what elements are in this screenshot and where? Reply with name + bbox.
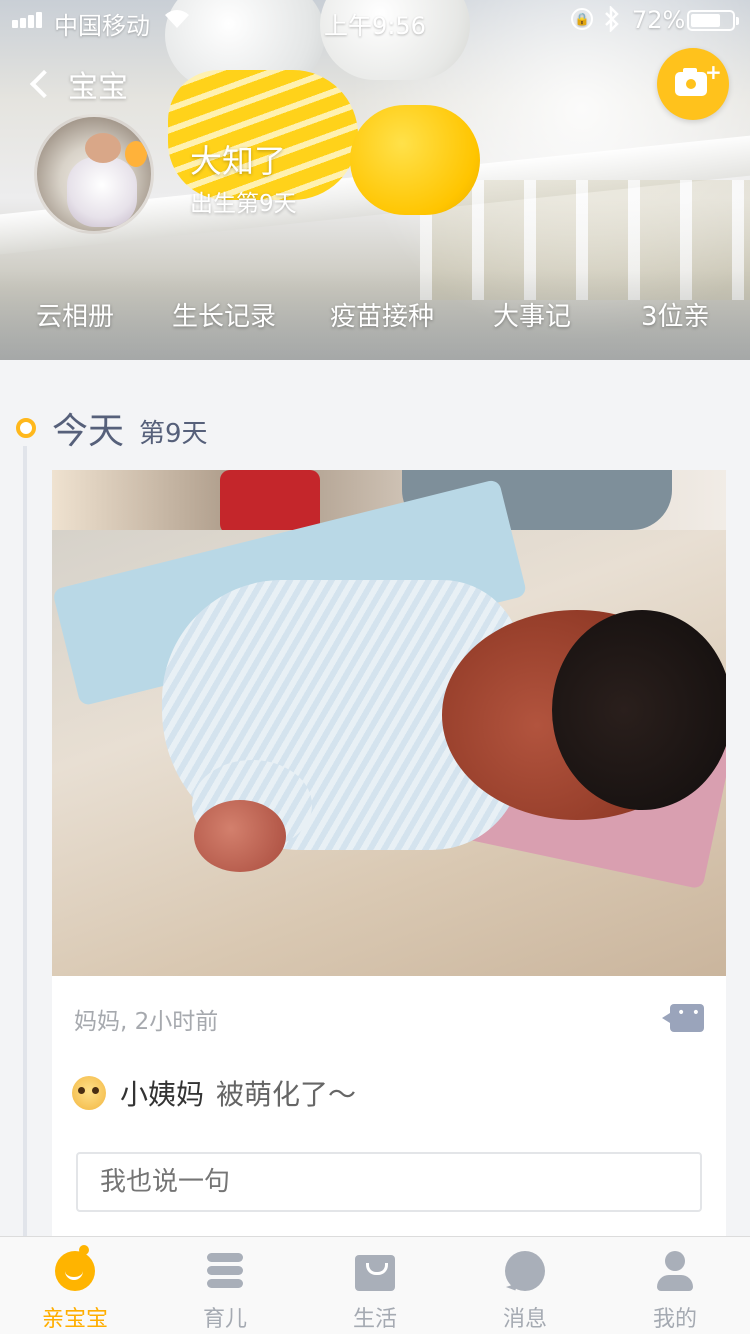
- tabbar-item-me[interactable]: 我的: [600, 1237, 750, 1334]
- tabbar-label: 育儿: [202, 1307, 247, 1332]
- user-icon: [655, 1251, 695, 1291]
- back-button[interactable]: 宝宝: [24, 64, 128, 105]
- comment-icon[interactable]: [662, 1004, 704, 1032]
- back-label: 宝宝: [68, 70, 128, 105]
- post-photo[interactable]: [52, 470, 726, 976]
- chevron-left-icon: [29, 69, 59, 99]
- tab-cloud-album[interactable]: 云相册: [36, 296, 114, 333]
- tab-vaccination[interactable]: 疫苗接种: [330, 296, 434, 333]
- tabbar-label: 生活: [352, 1307, 397, 1332]
- tabbar-label: 亲宝宝: [41, 1307, 108, 1332]
- baby-name: 大知了: [190, 142, 287, 180]
- timeline-line: [23, 446, 27, 1246]
- plus-icon: +: [705, 60, 722, 84]
- tabbar-label: 我的: [652, 1307, 697, 1332]
- baby-avatar[interactable]: [34, 114, 154, 234]
- baby-age: 出生第9天: [190, 191, 297, 217]
- tab-growth-record[interactable]: 生长记录: [172, 296, 276, 333]
- profile-header: 中国移动 上午9:56 🔒 72% 宝宝 + 大知了 出生第9天 云相册 生长记…: [0, 0, 750, 360]
- baby-face-icon: [55, 1245, 95, 1291]
- commenter-name[interactable]: 小姨妈: [120, 1073, 204, 1113]
- post-meta: 妈妈, 2小时前: [74, 1009, 219, 1035]
- comment-text: 被萌化了～: [216, 1078, 357, 1111]
- tabbar-item-parenting[interactable]: 育儿: [150, 1237, 300, 1334]
- chat-bubble-icon: [505, 1251, 545, 1291]
- comment-item: 小姨妈 被萌化了～: [72, 1068, 356, 1118]
- tabbar-label: 消息: [502, 1307, 547, 1332]
- tabbar-item-home[interactable]: 亲宝宝: [0, 1237, 150, 1334]
- tab-relatives[interactable]: 3位亲: [641, 296, 710, 333]
- add-photo-button[interactable]: +: [657, 48, 729, 120]
- tab-milestones[interactable]: 大事记: [493, 296, 571, 333]
- status-bar: 中国移动 上午9:56 🔒 72%: [0, 0, 750, 40]
- tabbar-item-messages[interactable]: 消息: [450, 1237, 600, 1334]
- battery-fill: [691, 14, 720, 27]
- reply-input[interactable]: [76, 1152, 702, 1212]
- list-icon: [205, 1251, 245, 1291]
- header-background-toy-sock: [350, 105, 480, 215]
- commenter-avatar: [72, 1076, 106, 1110]
- bluetooth-icon: [603, 4, 621, 38]
- header-tab-bar: 云相册 生长记录 疫苗接种 大事记 3位亲: [0, 296, 750, 342]
- post-card: 妈妈, 2小时前 小姨妈 被萌化了～: [52, 470, 726, 1250]
- bottom-tab-bar: 亲宝宝 育儿 生活 消息 我的: [0, 1236, 750, 1334]
- battery-icon: [687, 10, 739, 31]
- day-title: 今天: [52, 411, 125, 452]
- day-number: 第9天: [139, 419, 208, 449]
- rotation-lock-icon: 🔒: [571, 8, 593, 30]
- tabbar-item-life[interactable]: 生活: [300, 1237, 450, 1334]
- shopping-bag-icon: [355, 1255, 395, 1291]
- timeline-dot: [16, 418, 36, 438]
- battery-percent: 72%: [632, 6, 686, 34]
